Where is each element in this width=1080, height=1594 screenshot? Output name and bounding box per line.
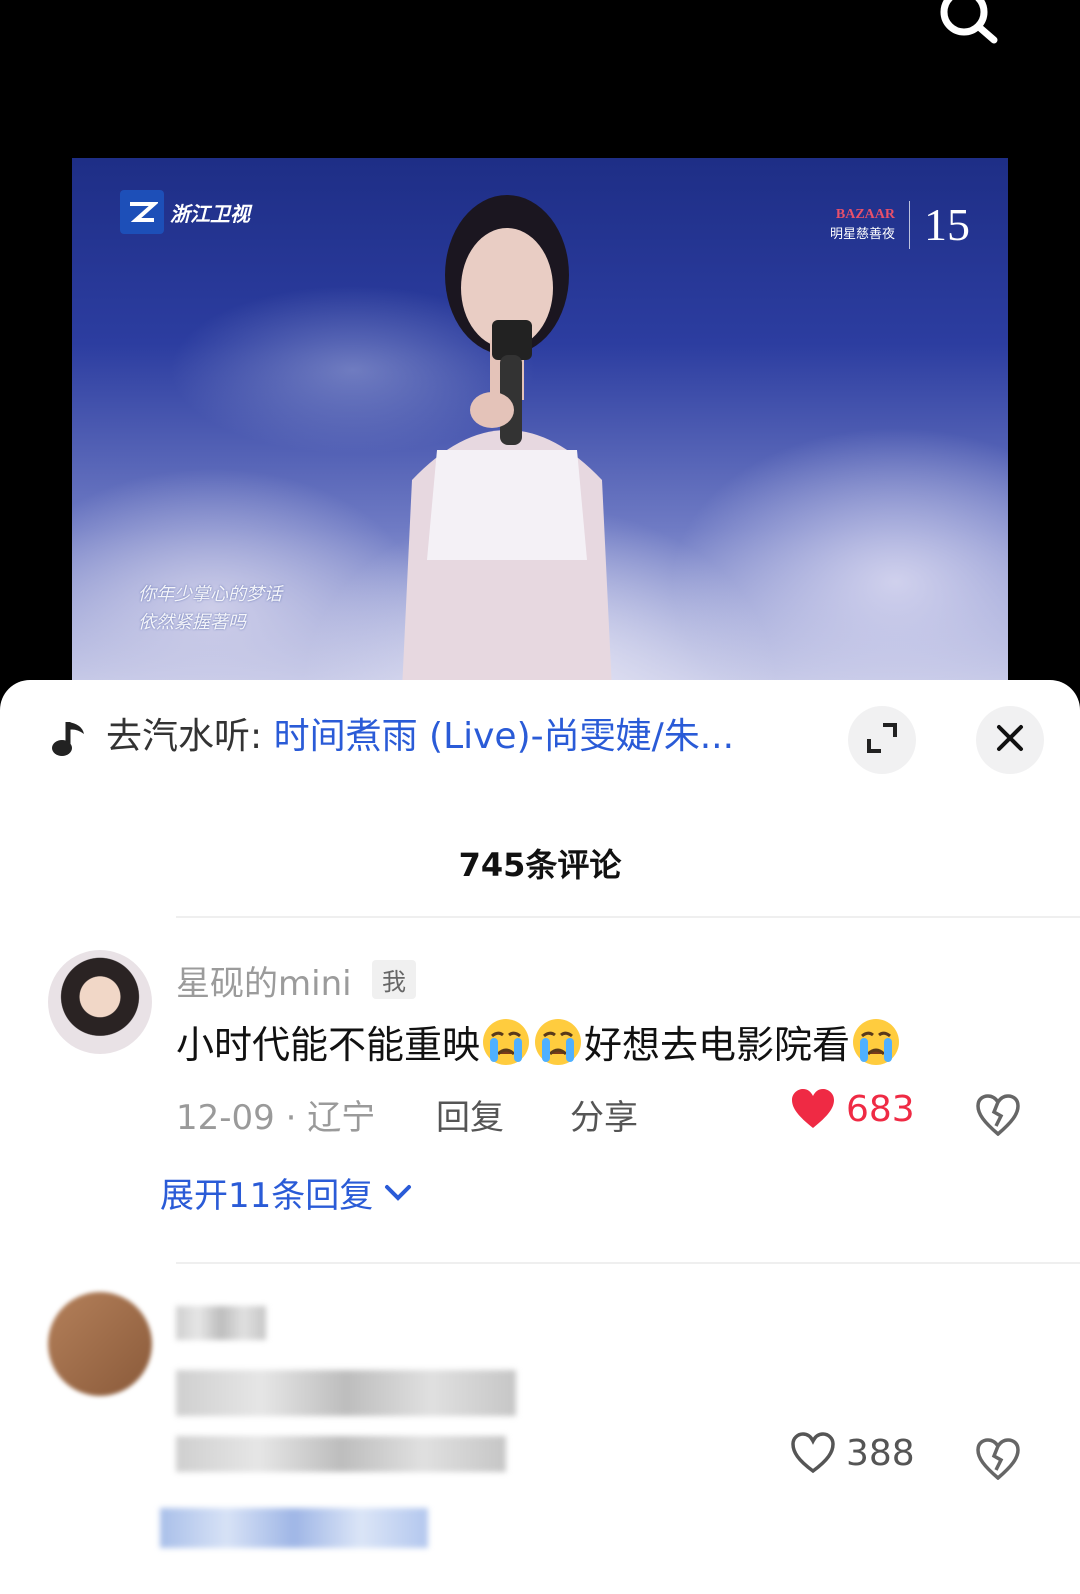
music-prefix: 去汽水听:: [106, 716, 274, 757]
crying-face-emoji: [483, 1018, 530, 1065]
video-player-area[interactable]: 浙江卫视 BAZAAR 明星慈善夜 15 你年少掌心的梦话 依然紧握著吗: [0, 0, 1080, 700]
comment-item: 星砚的mini 我 小时代能不能重映 好想去电影院看 12-09 · 辽宁 回复…: [0, 946, 1080, 1246]
expand-button[interactable]: [848, 706, 916, 774]
music-note-icon: [52, 718, 88, 758]
comment-text-part-1: 小时代能不能重映: [176, 1023, 481, 1067]
expand-icon: [865, 721, 899, 759]
reply-button[interactable]: 回复: [436, 1090, 504, 1139]
comment-count-title: 745条评论: [458, 846, 622, 884]
channel-logo-icon: [120, 190, 164, 234]
like-count: 388: [846, 1432, 915, 1474]
video-subtitle: 你年少掌心的梦话 依然紧握著吗: [138, 580, 282, 636]
music-link[interactable]: 去汽水听: 时间煮雨 (Live)-尚雯婕/朱...: [106, 714, 734, 760]
channel-logo: 浙江卫视: [120, 190, 250, 234]
subtitle-line-2: 依然紧握著吗: [138, 612, 246, 632]
close-button[interactable]: [976, 706, 1044, 774]
blurred-comment-text: [176, 1370, 516, 1416]
event-badge-subtitle: 明星慈善夜: [829, 226, 895, 241]
event-badge-title: BAZAAR: [835, 207, 895, 222]
blurred-comment-meta: [176, 1436, 506, 1472]
crying-face-emoji: [853, 1018, 900, 1065]
me-badge: 我: [372, 960, 416, 999]
heart-filled-icon: [792, 1089, 834, 1128]
expand-replies-label: 展开11条回复: [160, 1176, 374, 1216]
expand-replies-button[interactable]: 展开11条回复: [160, 1168, 413, 1217]
comment-text-part-2: 好想去电影院看: [584, 1023, 851, 1067]
music-song-title[interactable]: 时间煮雨 (Live)-尚雯婕/朱...: [274, 716, 735, 757]
blurred-username: [176, 1306, 266, 1340]
search-icon[interactable]: [938, 0, 1008, 50]
close-icon: [996, 724, 1024, 756]
blurred-expand-replies: [160, 1508, 428, 1548]
comment-item: 388: [0, 1286, 1080, 1594]
event-logo: BAZAAR 明星慈善夜 15: [830, 198, 970, 251]
event-number: 15: [924, 199, 970, 250]
divider: [176, 916, 1080, 918]
subtitle-line-1: 你年少掌心的梦话: [138, 584, 282, 604]
broken-heart-icon[interactable]: [976, 1094, 1020, 1138]
divider: [176, 1262, 1080, 1264]
heart-outline-icon: [791, 1432, 835, 1474]
like-count: 683: [846, 1088, 915, 1130]
channel-name: 浙江卫视: [170, 201, 250, 226]
crying-face-emoji: [535, 1018, 582, 1065]
share-button[interactable]: 分享: [570, 1090, 638, 1139]
avatar[interactable]: [48, 950, 152, 1054]
comment-sheet: 去汽水听: 时间煮雨 (Live)-尚雯婕/朱... 745条评论 星砚的min…: [0, 680, 1080, 1594]
singer-figure: [402, 195, 612, 688]
comment-date-location: 12-09 · 辽宁: [176, 1098, 376, 1138]
comment-username[interactable]: 星砚的mini: [176, 956, 352, 1005]
avatar[interactable]: [48, 1292, 152, 1396]
like-button[interactable]: 388: [790, 1432, 915, 1474]
music-bar[interactable]: 去汽水听: 时间煮雨 (Live)-尚雯婕/朱...: [0, 700, 1080, 774]
like-button[interactable]: 683: [790, 1088, 915, 1130]
broken-heart-icon[interactable]: [976, 1438, 1020, 1482]
video-frame[interactable]: 浙江卫视 BAZAAR 明星慈善夜 15 你年少掌心的梦话 依然紧握著吗: [72, 158, 1008, 688]
comment-text[interactable]: 小时代能不能重映 好想去电影院看: [176, 1014, 902, 1069]
chevron-down-icon: [385, 1184, 412, 1201]
